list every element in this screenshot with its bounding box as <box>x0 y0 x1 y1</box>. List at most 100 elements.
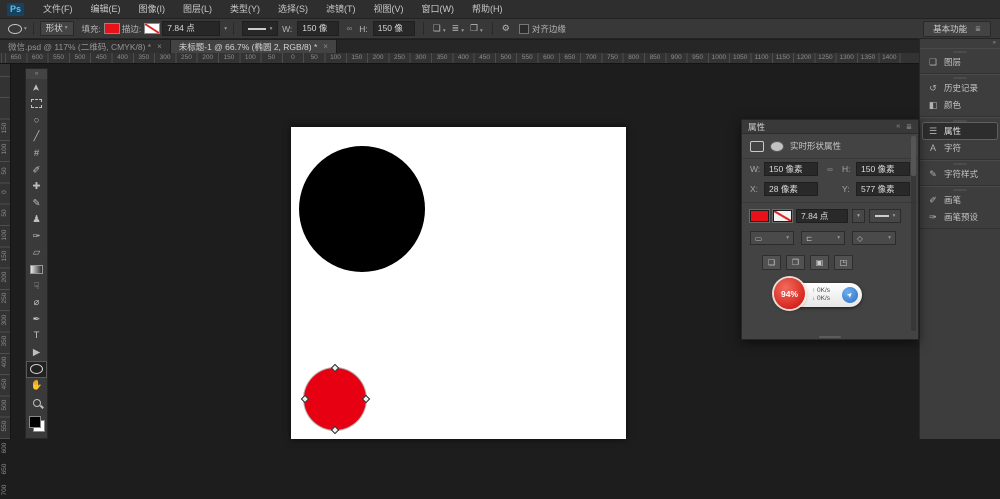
collapse-panel-icon[interactable]: « <box>896 123 900 130</box>
menu-item[interactable]: 滤镜(T) <box>317 0 365 18</box>
lasso-tool[interactable]: ○ <box>26 112 47 129</box>
chevron-down-icon: ▾ <box>65 22 68 35</box>
path-arrangement-button[interactable]: ❐ ▾ <box>467 23 486 34</box>
path-op-button-1[interactable]: ❐ <box>786 255 805 270</box>
dock-item-properties[interactable]: ☰属性 <box>923 123 997 139</box>
document-tab[interactable]: 微信.psd @ 117% (二维码, CMYK/8) *× <box>0 40 171 53</box>
toolbar-collapse-icon[interactable]: » <box>26 69 47 79</box>
foreground-color-swatch[interactable] <box>29 416 41 428</box>
width-field[interactable]: 150 像 <box>297 21 339 36</box>
stroke-width-dropdown[interactable]: ▾ <box>852 209 865 223</box>
path-operations-button[interactable]: ❏ ▾ <box>430 23 449 34</box>
stroke-option-select-2[interactable]: ◇▾ <box>852 231 896 245</box>
panel-scrollbar[interactable] <box>911 136 916 331</box>
chevron-down-icon[interactable]: ▾ <box>224 26 227 32</box>
eraser-tool[interactable]: ▱ <box>26 245 47 262</box>
path-op-button-3[interactable]: ◳ <box>834 255 853 270</box>
stroke-option-select-1[interactable]: ⊏▾ <box>801 231 845 245</box>
align-edges-checkbox[interactable] <box>519 24 529 34</box>
height-field[interactable]: 150 像 <box>373 21 415 36</box>
fill-swatch[interactable] <box>750 210 769 222</box>
tool-mode-select[interactable]: 形状 ▾ <box>40 21 74 36</box>
menu-item[interactable]: 帮助(H) <box>463 0 512 18</box>
clone-stamp-tool-icon: ♟ <box>32 215 41 225</box>
clone-stamp-tool[interactable]: ♟ <box>26 212 47 229</box>
crop-tool[interactable]: # <box>26 145 47 162</box>
dock-item-brush-presets[interactable]: ✑画笔预设 <box>923 209 997 225</box>
hand-tool[interactable]: ✋ <box>26 378 47 395</box>
brush-tool[interactable]: ✎ <box>26 195 47 212</box>
chevron-down-icon[interactable]: ▾ <box>24 26 27 32</box>
lasso-tool-icon: ○ <box>34 116 40 126</box>
dock-item-history[interactable]: ↺历史记录 <box>923 80 997 96</box>
path-alignment-button[interactable]: ≣ ▾ <box>449 23 467 34</box>
stroke-style-select[interactable]: ▾ <box>869 209 901 223</box>
tab-close-icon[interactable]: × <box>323 42 328 51</box>
gradient-tool[interactable] <box>26 262 47 279</box>
artboard[interactable] <box>291 127 626 439</box>
link-dimensions-icon[interactable]: ∞ <box>825 165 835 174</box>
rectangular-marquee-tool[interactable] <box>26 96 47 113</box>
black-ellipse-shape[interactable] <box>299 146 425 272</box>
tool-preset-ellipse-icon[interactable] <box>8 24 22 34</box>
path-op-button-2[interactable]: ▣ <box>810 255 829 270</box>
stroke-width-field[interactable]: 7.84 点 <box>162 21 220 36</box>
x-field[interactable]: 28 像素 <box>764 182 818 196</box>
tab-close-icon[interactable]: × <box>157 42 162 51</box>
zoom-tool[interactable] <box>26 394 47 411</box>
dock-item-character-styles[interactable]: ✎字符样式 <box>923 166 997 182</box>
type-tool[interactable]: T <box>26 328 47 345</box>
menu-item[interactable]: 编辑(E) <box>82 0 130 18</box>
dock-item-brush[interactable]: ✐画笔 <box>923 192 997 208</box>
fill-swatch[interactable] <box>104 23 120 34</box>
menu-item[interactable]: 文件(F) <box>34 0 82 18</box>
quick-selection-tool[interactable]: ╱ <box>26 129 47 146</box>
menu-item[interactable]: 视图(V) <box>365 0 413 18</box>
dock-collapse-icon[interactable]: » <box>920 39 1000 48</box>
smudge-tool[interactable]: ☟ <box>26 278 47 295</box>
net-speed-overlay[interactable]: ↑ 0K/s ↓ 0K/s ➤ 94% <box>774 277 864 313</box>
menu-item[interactable]: 图层(L) <box>174 0 221 18</box>
path-selection-tool[interactable]: ▶ <box>26 345 47 362</box>
pen-tool[interactable]: ✒ <box>26 311 47 328</box>
move-tool[interactable]: ➤ <box>26 79 47 96</box>
dock-item-label: 画笔 <box>944 194 961 206</box>
boost-button[interactable]: ➤ <box>842 287 858 303</box>
spot-healing-brush-tool[interactable]: ✚ <box>26 179 47 196</box>
dock-item-character[interactable]: A字符 <box>923 140 997 156</box>
dock-item-layers[interactable]: ❏图层 <box>923 54 997 70</box>
document-tab[interactable]: 未标题-1 @ 66.7% (椭圆 2, RGB/8) *× <box>171 40 337 53</box>
link-dimensions-icon[interactable]: ∞ <box>344 24 354 33</box>
path-op-button-0[interactable]: ❏ <box>762 255 781 270</box>
ruler-number: 350 <box>437 54 448 62</box>
menu-item[interactable]: 图像(I) <box>130 0 175 18</box>
menu-item[interactable]: 类型(Y) <box>221 0 269 18</box>
panel-resize-grip[interactable] <box>819 336 841 338</box>
history-brush-tool[interactable]: ✑ <box>26 228 47 245</box>
h-field[interactable]: 150 像素 <box>856 162 910 176</box>
panel-menu-icon[interactable]: ≣ <box>906 123 912 131</box>
red-ellipse-shape[interactable] <box>304 368 366 430</box>
spot-healing-brush-tool-icon: ✚ <box>33 182 41 192</box>
ellipse-tool[interactable] <box>26 361 47 378</box>
stroke-swatch[interactable] <box>144 23 160 34</box>
stroke-width-field[interactable]: 7.84 点 <box>796 209 848 223</box>
scrollbar-thumb[interactable] <box>911 136 916 176</box>
stroke-option-select-0[interactable]: ▭▾ <box>750 231 794 245</box>
ruler-number: 650 <box>564 54 575 62</box>
dock-item-color[interactable]: ◧颜色 <box>923 97 997 113</box>
memory-usage-ball[interactable]: 94% <box>774 278 805 309</box>
geometry-options-button[interactable]: ⚙ <box>499 23 513 34</box>
menu-item[interactable]: 选择(S) <box>269 0 317 18</box>
dodge-tool[interactable]: ⌀ <box>26 295 47 312</box>
menu-item[interactable]: 窗口(W) <box>413 0 464 18</box>
stroke-swatch[interactable] <box>773 210 792 222</box>
eyedropper-tool[interactable]: ✐ <box>26 162 47 179</box>
stroke-style-picker[interactable]: ▾ <box>242 21 278 36</box>
ruler-number: 600 <box>1 439 9 457</box>
y-field[interactable]: 577 像素 <box>856 182 910 196</box>
w-field[interactable]: 150 像素 <box>764 162 818 176</box>
workspace-switcher-button[interactable]: 基本功能 ≣ <box>923 21 991 37</box>
properties-panel-header[interactable]: 属性 « ≣ <box>742 120 918 134</box>
ruler-number: 1000 <box>712 54 726 62</box>
